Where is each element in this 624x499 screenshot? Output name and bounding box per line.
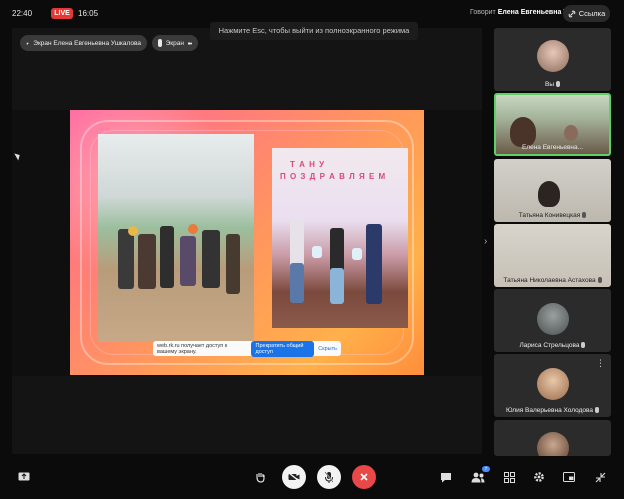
share-screen-icon — [18, 472, 30, 481]
mic-off-icon — [324, 471, 334, 483]
mic-icon — [581, 342, 586, 349]
chat-button[interactable] — [434, 465, 458, 489]
exit-fullscreen-icon — [595, 472, 605, 482]
live-badge: LIVE — [51, 8, 73, 19]
users-icon — [471, 472, 485, 482]
copy-link-label: Ссылка — [578, 9, 606, 18]
mic-icon — [597, 277, 602, 284]
avatar — [537, 368, 569, 400]
participant-tile-self[interactable]: Вы — [494, 28, 611, 91]
camera-off-icon — [288, 472, 300, 482]
exit-fullscreen-button[interactable] — [588, 465, 612, 489]
participants-count-badge: 7 — [482, 466, 490, 472]
copy-link-button[interactable]: Ссылка — [563, 5, 610, 22]
banner-line-1: Т А Н У — [290, 160, 326, 169]
banner-line-2: П О З Д Р А В Л Я Е М — [280, 172, 387, 181]
screen-owner-pill[interactable]: Экран Елена Евгеньевна Ушкалова — [20, 35, 147, 51]
stop-sharing-button[interactable]: Прекратить общий доступ — [250, 340, 315, 357]
fullscreen-toast: Нажмите Esc, чтобы выйти из полноэкранно… — [210, 22, 418, 40]
participant-tile[interactable]: Татьяна Николаевна Астахова — [494, 224, 611, 287]
settings-button[interactable] — [527, 465, 551, 489]
mic-icon — [556, 81, 560, 88]
clock: 22:40 — [12, 9, 33, 18]
link-icon — [568, 10, 576, 17]
screen-share-icon — [158, 39, 162, 47]
participant-name: Татьяна Николаевна Астахова — [494, 277, 611, 284]
raise-hand-button[interactable] — [248, 465, 272, 489]
participant-tile[interactable]: Татьяна Конивецкая — [494, 159, 611, 222]
share-screen-button[interactable] — [12, 465, 36, 489]
participant-tile[interactable] — [494, 420, 611, 456]
pip-icon — [563, 472, 575, 482]
camera-off-button[interactable] — [282, 465, 306, 489]
screen-pill[interactable]: Экран — [152, 35, 198, 51]
gym-photo — [98, 134, 254, 342]
camera-icon — [187, 41, 192, 45]
shared-screen-slide: Т А Н У П О З Д Р А В Л Я Е М web.rk.ru … — [70, 110, 424, 375]
participant-tile[interactable]: ⋮ Юлия Валерьевна Холодова — [494, 354, 611, 417]
more-options-icon[interactable]: ⋮ — [596, 358, 605, 369]
participant-tile-speaker[interactable]: Елена Евгеньевна... — [494, 93, 611, 156]
mic-icon — [582, 212, 587, 219]
close-icon — [360, 473, 368, 481]
speaking-prefix: Говорит — [470, 9, 496, 16]
picture-in-picture-button[interactable] — [557, 465, 581, 489]
participant-tile[interactable]: Лариса Стрельцова — [494, 289, 611, 352]
gear-icon — [534, 472, 544, 482]
mic-icon — [594, 407, 599, 414]
avatar — [537, 303, 569, 335]
celebration-photo: Т А Н У П О З Д Р А В Л Я Е М — [272, 148, 408, 328]
share-banner-text: web.rk.ru получает доступ к вашему экран… — [157, 342, 228, 355]
participant-name: Лариса Стрельцова — [494, 342, 611, 349]
video-conference-window: 22:40 LIVE 16:05 Говорит Елена Евгеньевн… — [0, 0, 624, 499]
grid-icon — [503, 471, 515, 483]
chevron-right-icon[interactable]: › — [484, 236, 487, 247]
hand-icon — [256, 473, 265, 483]
avatar — [537, 432, 569, 456]
avatar — [537, 40, 569, 72]
speaking-indicator: Говорит Елена Евгеньевна У. — [470, 9, 569, 16]
hide-banner-link[interactable]: Скрыть — [318, 346, 337, 352]
participant-name: Елена Евгеньевна... — [521, 144, 584, 151]
screen-owner-label: Экран Елена Евгеньевна Ушкалова — [33, 39, 141, 47]
participant-name: Вы — [494, 81, 611, 88]
call-duration: 16:05 — [78, 9, 99, 18]
layout-grid-button[interactable] — [497, 465, 521, 489]
participant-name: Юлия Валерьевна Холодова — [494, 407, 611, 414]
mic-off-button[interactable] — [317, 465, 341, 489]
screen-share-banner: web.rk.ru получает доступ к вашему экран… — [153, 340, 341, 357]
pin-icon — [26, 41, 29, 45]
chat-icon — [441, 472, 451, 482]
stage-bottom-area — [12, 376, 482, 454]
speaking-name: Елена Евгеньевна У. — [497, 9, 569, 16]
end-call-button[interactable] — [352, 465, 376, 489]
participant-name: Татьяна Конивецкая — [494, 212, 611, 219]
screen-pill-label: Экран — [165, 39, 184, 47]
